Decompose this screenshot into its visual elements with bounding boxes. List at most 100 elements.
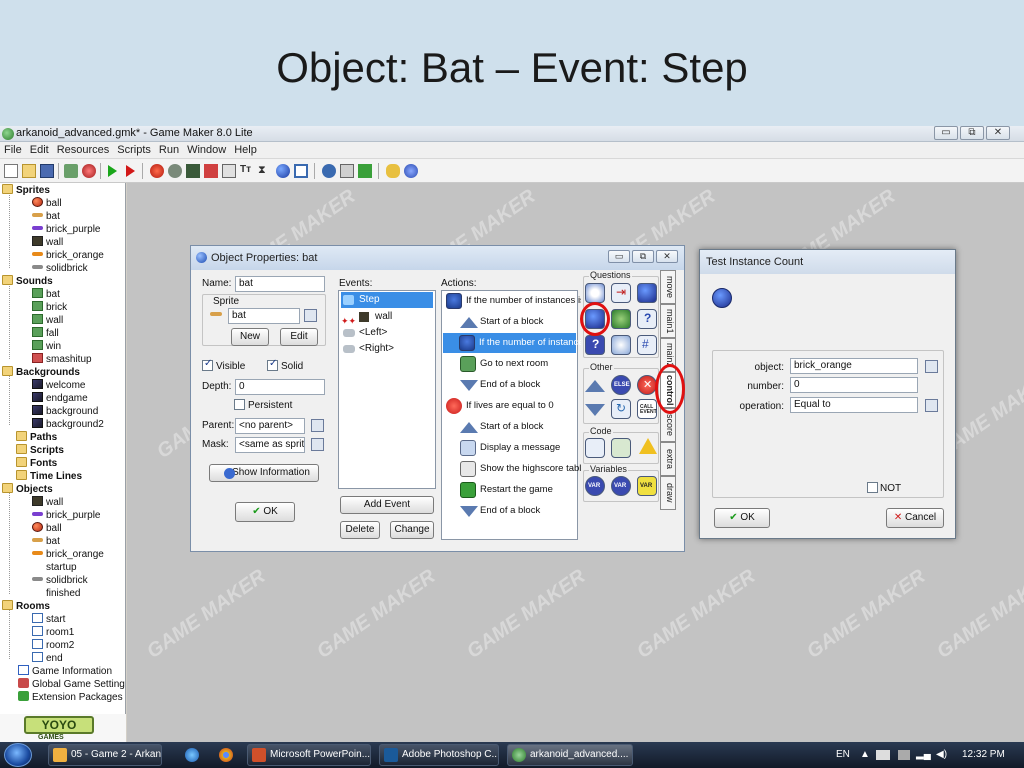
add-path-icon[interactable] <box>204 164 218 178</box>
action-restart-game[interactable]: Restart the game <box>444 480 553 500</box>
sprite-menu-icon[interactable] <box>304 309 317 322</box>
global-settings-icon[interactable] <box>340 164 354 178</box>
tree-item[interactable]: fall <box>32 327 59 340</box>
action-test-instance-count[interactable]: If the number of instances is <box>444 291 585 311</box>
tree-item[interactable]: room1 <box>32 626 74 639</box>
tree-global-settings[interactable]: Global Game Settings <box>18 678 125 691</box>
taskbar-photoshop[interactable]: Adobe Photoshop C... <box>379 744 499 766</box>
test-variable-icon[interactable]: VAR <box>611 476 631 496</box>
add-object-icon[interactable] <box>276 164 290 178</box>
help-icon[interactable] <box>404 164 418 178</box>
action-test-instance-count-selected[interactable]: If the number of instance <box>443 333 584 353</box>
edit-sprite-button[interactable]: Edit <box>280 328 318 346</box>
open-folder-icon[interactable] <box>22 164 36 178</box>
create-executable-icon[interactable] <box>64 164 78 178</box>
taskbar-powerpoint[interactable]: Microsoft PowerPoin... <box>247 744 371 766</box>
check-collision-icon[interactable]: ⇥ <box>611 283 631 303</box>
game-info-icon[interactable] <box>322 164 336 178</box>
tree-item[interactable]: room2 <box>32 639 74 652</box>
visible-checkbox[interactable] <box>202 358 213 371</box>
minimize-button[interactable]: ▭ <box>934 126 958 140</box>
show-hidden-icons[interactable]: ▲ <box>860 749 870 760</box>
tree-folder-sounds[interactable]: Sounds <box>2 275 53 288</box>
object-menu-icon[interactable] <box>925 360 938 373</box>
call-event-icon[interactable]: CALL EVENT <box>637 399 657 419</box>
tree-item[interactable]: wall <box>32 314 63 327</box>
test-chance-icon[interactable] <box>611 309 631 329</box>
menu-help[interactable]: Help <box>230 142 261 158</box>
check-question-icon[interactable]: ? <box>637 309 657 329</box>
device-icon[interactable] <box>898 750 910 760</box>
tree-item[interactable]: brick_orange <box>32 548 104 561</box>
add-sprite-icon[interactable] <box>150 164 164 178</box>
check-object-icon[interactable] <box>637 283 657 303</box>
tree-item[interactable]: wall <box>32 236 63 249</box>
check-mouse-icon[interactable] <box>611 335 631 355</box>
taskbar-ie[interactable] <box>180 744 204 766</box>
new-sprite-button[interactable]: New <box>231 328 269 346</box>
check-grid-icon[interactable]: # <box>637 335 657 355</box>
save-icon[interactable] <box>40 164 54 178</box>
event-step[interactable]: Step <box>341 292 433 308</box>
debug-run-icon[interactable] <box>126 165 135 177</box>
publish-icon[interactable] <box>82 164 96 178</box>
delete-event-button[interactable]: Delete <box>340 521 380 539</box>
tree-item[interactable]: bat <box>32 210 60 223</box>
tree-item[interactable]: background <box>32 405 98 418</box>
add-room-icon[interactable] <box>294 164 308 178</box>
object-field[interactable]: brick_orange <box>790 358 918 374</box>
add-background-icon[interactable] <box>186 164 200 178</box>
parent-menu-icon[interactable] <box>311 419 324 432</box>
tab-move[interactable]: move <box>660 270 676 304</box>
show-information-button[interactable]: Show Information <box>209 464 319 482</box>
execute-code-icon[interactable] <box>585 438 605 458</box>
new-file-icon[interactable] <box>4 164 18 178</box>
tree-extension-packages[interactable]: Extension Packages <box>18 691 123 704</box>
action-next-room[interactable]: Go to next room <box>444 354 548 374</box>
name-field[interactable]: bat <box>235 276 325 292</box>
taskbar-chrome[interactable] <box>214 744 238 766</box>
tree-item[interactable]: start <box>32 613 65 626</box>
add-timeline-icon[interactable]: ⧗ <box>258 164 272 178</box>
action-start-block[interactable]: Start of a block <box>444 312 543 332</box>
depth-field[interactable]: 0 <box>235 379 325 395</box>
maximize-button[interactable]: ⧉ <box>632 250 654 263</box>
tree-item[interactable]: wall <box>32 496 63 509</box>
add-sound-icon[interactable] <box>168 164 182 178</box>
mask-menu-icon[interactable] <box>311 438 324 451</box>
start-block-icon[interactable] <box>585 380 605 392</box>
change-event-button[interactable]: Change <box>390 521 434 539</box>
tab-draw[interactable]: draw <box>660 476 676 510</box>
tree-item[interactable]: background2 <box>32 418 104 431</box>
close-button[interactable]: ✕ <box>656 250 678 263</box>
language-indicator[interactable]: EN <box>836 749 850 760</box>
tree-item[interactable]: brick <box>32 301 67 314</box>
tree-folder-sprites[interactable]: Sprites <box>2 184 50 197</box>
tree-item[interactable]: win <box>32 340 61 353</box>
add-font-icon[interactable]: Tт <box>240 164 254 178</box>
operation-menu-icon[interactable] <box>925 399 938 412</box>
repeat-icon[interactable]: ↻ <box>611 399 631 419</box>
extensions-icon[interactable] <box>358 164 372 178</box>
end-block-icon[interactable] <box>585 404 605 416</box>
network-icon[interactable] <box>876 750 890 760</box>
cancel-button[interactable]: ✕ Cancel <box>886 508 944 528</box>
event-collision-wall[interactable]: ✦✦ wall <box>341 309 392 326</box>
tree-item[interactable]: finished <box>46 587 80 600</box>
tree-item[interactable]: ball <box>32 522 62 535</box>
solid-checkbox[interactable] <box>267 358 278 371</box>
tree-item[interactable]: bat <box>32 535 60 548</box>
tree-item[interactable]: brick_orange <box>32 249 104 262</box>
menu-window[interactable]: Window <box>183 142 230 158</box>
tree-game-information[interactable]: Game Information <box>18 665 112 678</box>
tree-folder-paths[interactable]: Paths <box>16 431 57 444</box>
title-bar[interactable]: arkanoid_advanced.gmk* - Game Maker 8.0 … <box>0 126 1024 142</box>
tree-item[interactable]: brick_purple <box>32 509 100 522</box>
test-expression-icon[interactable]: ? <box>585 335 605 355</box>
start-button[interactable] <box>4 743 32 767</box>
tree-item[interactable]: end <box>32 652 63 665</box>
tree-item[interactable]: solidbrick <box>32 574 88 587</box>
tree-folder-fonts[interactable]: Fonts <box>16 457 57 470</box>
tree-item[interactable]: solidbrick <box>32 262 88 275</box>
draw-variable-icon[interactable]: VAR <box>637 476 657 496</box>
